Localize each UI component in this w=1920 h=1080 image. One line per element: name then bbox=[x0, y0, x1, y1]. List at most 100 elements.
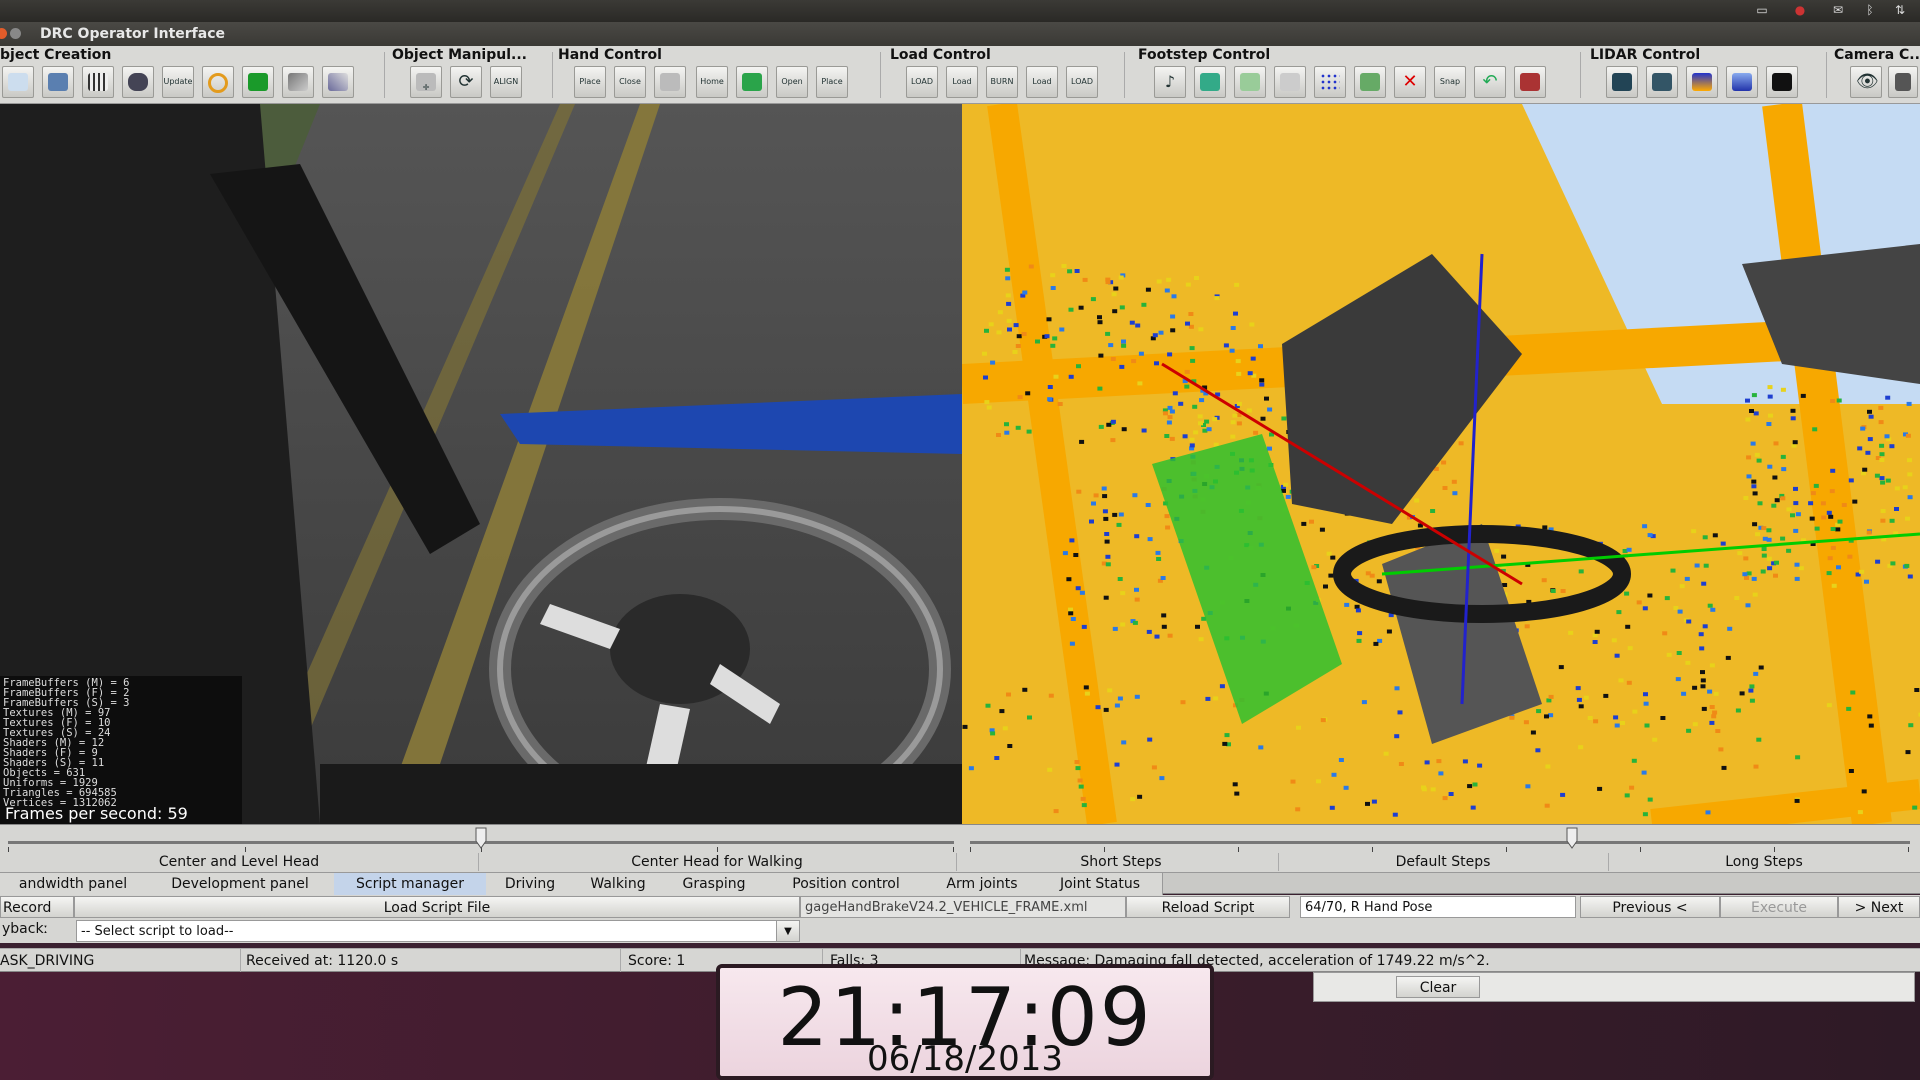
display-icon[interactable]: ▭ bbox=[1752, 3, 1772, 17]
lidar-point bbox=[1830, 545, 1836, 550]
camera-control-group: Camera C... 👁 bbox=[1834, 46, 1920, 104]
move-object-button[interactable]: ✛ bbox=[410, 66, 442, 98]
record-indicator-icon[interactable]: ● bbox=[1790, 3, 1810, 17]
hand-grasp-button[interactable] bbox=[736, 66, 768, 98]
hand-blank-button[interactable] bbox=[654, 66, 686, 98]
tab-driving[interactable]: Driving bbox=[486, 873, 575, 895]
lidar-point bbox=[1250, 356, 1256, 361]
lidar-point bbox=[1702, 624, 1708, 629]
hand-home-button[interactable]: Home bbox=[696, 66, 728, 98]
lidar-display-button-1[interactable] bbox=[1606, 66, 1638, 98]
lidar-point bbox=[1236, 401, 1242, 406]
lidar-point bbox=[1105, 554, 1111, 559]
lidar-point bbox=[1809, 516, 1815, 521]
lidar-point bbox=[1050, 286, 1056, 290]
create-box-button[interactable] bbox=[42, 66, 74, 98]
lidar-point bbox=[1754, 452, 1760, 457]
load-button-1[interactable]: LOAD bbox=[906, 66, 938, 98]
bluetooth-icon[interactable]: ᛒ bbox=[1860, 3, 1880, 17]
lidar-point bbox=[1694, 563, 1700, 568]
button-label: ALIGN bbox=[493, 77, 519, 86]
lidar-point bbox=[1189, 443, 1195, 448]
minimize-window-icon[interactable] bbox=[10, 28, 21, 39]
lidar-point bbox=[1737, 551, 1743, 556]
hand-place-button[interactable]: Place bbox=[574, 66, 606, 98]
lidar-point bbox=[1744, 575, 1749, 580]
tab-script-manager[interactable]: Script manager bbox=[334, 873, 487, 895]
lidar-point bbox=[1079, 590, 1085, 595]
remove-tool-button[interactable] bbox=[322, 66, 354, 98]
load-script-file-button[interactable]: Load Script File bbox=[74, 896, 800, 918]
script-select-dropdown[interactable]: -- Select script to load-- bbox=[76, 920, 782, 942]
center-level-head-button[interactable]: Center and Level Head bbox=[0, 853, 479, 871]
lidar-point bbox=[1070, 617, 1076, 621]
lidar-point bbox=[1830, 527, 1836, 531]
tab-arm-joints[interactable]: Arm joints bbox=[926, 873, 1039, 895]
lidar-point bbox=[1194, 276, 1199, 280]
load-button-5[interactable]: LOAD bbox=[1066, 66, 1098, 98]
footstep-right-button[interactable] bbox=[1194, 66, 1226, 98]
camera-capture-button[interactable] bbox=[1888, 66, 1918, 98]
tab-grasping[interactable]: Grasping bbox=[662, 873, 767, 895]
load-button-4[interactable]: Load bbox=[1026, 66, 1058, 98]
lidar-display-button-4[interactable] bbox=[1726, 66, 1758, 98]
rotate-object-button[interactable]: ⟳ bbox=[450, 66, 482, 98]
default-steps-button[interactable]: Default Steps bbox=[1278, 853, 1609, 871]
create-green-block-button[interactable] bbox=[242, 66, 274, 98]
reload-script-button[interactable]: Reload Script bbox=[1126, 896, 1290, 918]
next-button[interactable]: > Next bbox=[1838, 896, 1920, 918]
step-slider-thumb[interactable] bbox=[1566, 827, 1578, 849]
lidar-display-button-3[interactable] bbox=[1686, 66, 1718, 98]
clear-button[interactable]: Clear bbox=[1396, 976, 1480, 998]
hand-place-right-button[interactable]: Place bbox=[816, 66, 848, 98]
center-head-walking-button[interactable]: Center Head for Walking bbox=[478, 853, 957, 871]
lidar-point bbox=[1676, 651, 1682, 655]
align-object-button[interactable]: ALIGN bbox=[490, 66, 522, 98]
tab-bandwidth-panel[interactable]: andwidth panel bbox=[0, 873, 147, 895]
load-button-2[interactable]: Load bbox=[946, 66, 978, 98]
footstep-undo-button[interactable]: ↶ bbox=[1474, 66, 1506, 98]
create-vehicle-button[interactable] bbox=[122, 66, 154, 98]
lidar-point bbox=[1365, 571, 1371, 576]
create-grid-button[interactable] bbox=[82, 66, 114, 98]
lidar-clear-button[interactable] bbox=[1766, 66, 1798, 98]
step-slider-track[interactable] bbox=[970, 841, 1910, 844]
tab-development-panel[interactable]: Development panel bbox=[146, 873, 335, 895]
footstep-pair-button[interactable] bbox=[1234, 66, 1266, 98]
footstep-left-button[interactable]: ♪ bbox=[1154, 66, 1186, 98]
create-object-button[interactable] bbox=[2, 66, 34, 98]
camera-view-button[interactable]: 👁 bbox=[1850, 66, 1882, 98]
hand-open-button[interactable]: Open bbox=[776, 66, 808, 98]
chevron-down-icon[interactable]: ▼ bbox=[776, 920, 800, 942]
mail-icon[interactable]: ✉ bbox=[1828, 3, 1848, 17]
footstep-send-button[interactable] bbox=[1514, 66, 1546, 98]
camera-view[interactable]: FrameBuffers (M) = 6 FrameBuffers (F) = 2… bbox=[0, 104, 962, 824]
previous-button[interactable]: Previous < bbox=[1580, 896, 1720, 918]
head-slider-thumb[interactable] bbox=[475, 827, 487, 849]
footstep-turn-button[interactable] bbox=[1274, 66, 1306, 98]
footstep-plan-button[interactable] bbox=[1354, 66, 1386, 98]
short-steps-button[interactable]: Short Steps bbox=[964, 853, 1279, 871]
execute-button[interactable]: Execute bbox=[1720, 896, 1838, 918]
update-object-button[interactable]: Update bbox=[162, 66, 194, 98]
footstep-grid-button[interactable] bbox=[1314, 66, 1346, 98]
long-steps-button[interactable]: Long Steps bbox=[1608, 853, 1920, 871]
lidar-3d-view[interactable] bbox=[962, 104, 1920, 824]
lidar-point bbox=[1652, 737, 1658, 742]
lidar-point bbox=[1786, 548, 1792, 553]
tab-joint-status[interactable]: Joint Status bbox=[1038, 873, 1163, 895]
tab-position-control[interactable]: Position control bbox=[766, 873, 927, 895]
footstep-clear-button[interactable]: ✕ bbox=[1394, 66, 1426, 98]
create-ring-button[interactable] bbox=[202, 66, 234, 98]
burn-load-button[interactable]: BURN LOAD bbox=[986, 66, 1018, 116]
lidar-point bbox=[1894, 486, 1900, 491]
create-tool-button[interactable] bbox=[282, 66, 314, 98]
footstep-snap-button[interactable]: Snap bbox=[1434, 66, 1466, 98]
tab-walking[interactable]: Walking bbox=[574, 873, 663, 895]
hand-close-button[interactable]: Close bbox=[614, 66, 646, 98]
lidar-display-button-2[interactable] bbox=[1646, 66, 1678, 98]
close-window-icon[interactable] bbox=[0, 28, 7, 39]
lidar-point bbox=[1147, 537, 1153, 542]
record-button[interactable]: Record bbox=[0, 896, 74, 918]
network-icon[interactable]: ⇅ bbox=[1890, 3, 1910, 17]
